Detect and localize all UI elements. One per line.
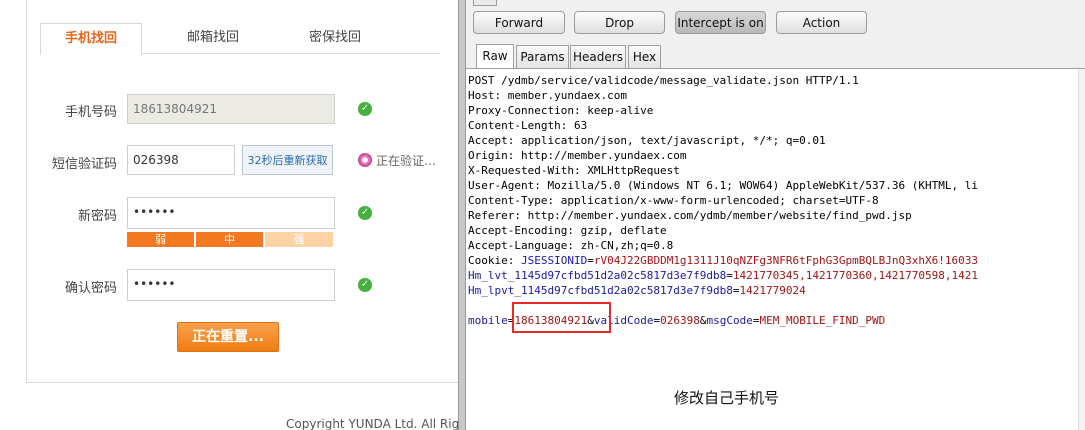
param-value: MEM_MOBILE_FIND_PWD [759, 314, 886, 327]
new-password-input[interactable]: •••••• [127, 197, 335, 229]
sms-code-label: 短信验证码 [51, 157, 117, 172]
cookie-line: Hm_lpvt_1145d97cfbd51d2a02c5817d3e7f9db8… [468, 284, 806, 297]
param-value: 026398 [660, 314, 700, 327]
request-line: Accept-Language: zh-CN,zh;q=0.8 [468, 239, 674, 252]
request-line: Accept-Encoding: gzip, deflate [468, 224, 667, 237]
check-icon: ✓ [358, 278, 372, 292]
password-strength-meter: 弱 中 强 [127, 232, 333, 247]
confirm-password-label: 确认密码 [64, 281, 117, 296]
request-text[interactable]: POST /ydmb/service/validcode/message_val… [468, 73, 978, 328]
check-icon: ✓ [358, 102, 372, 116]
tab-email[interactable]: 邮箱找回 [168, 23, 258, 53]
new-password-label: 新密码 [77, 209, 117, 224]
cookie-line: Hm_lvt_1145d97cfbd51d2a02c5817d3e7f9db8=… [468, 269, 978, 282]
request-line: Host: member.yundaex.com [468, 89, 627, 102]
password-reset-page: 手机找回 邮箱找回 密保找回 手机号码 18613804921 ✓ 短信验证码 … [0, 0, 458, 430]
sms-code-input[interactable]: 026398 [127, 145, 235, 175]
cookie-name: JSESSIONID [520, 254, 588, 267]
request-line: X-Requested-With: XMLHttpRequest [468, 164, 680, 177]
strength-medium: 中 [196, 232, 263, 247]
window-splitter[interactable] [458, 0, 466, 430]
tab-raw[interactable]: Raw [476, 44, 514, 69]
tab-params[interactable]: Params [516, 45, 569, 68]
request-line: Referer: http://member.yundaex.com/ydmb/… [468, 209, 912, 222]
tab-phone[interactable]: 手机找回 [40, 23, 142, 55]
param-name: msgCode [706, 314, 753, 327]
action-button[interactable]: Action [776, 11, 867, 34]
request-line: POST /ydmb/service/validcode/message_val… [468, 74, 859, 87]
phone-label: 手机号码 [64, 105, 117, 120]
cookie-value: rV04J22GBDDM1g1311J10qNZFg3NFR6tFphG3Gpm… [593, 254, 978, 267]
confirm-password-input[interactable]: •••••• [127, 269, 335, 301]
tab-security-question[interactable]: 密保找回 [290, 23, 380, 53]
tab-headers[interactable]: Headers [570, 45, 626, 68]
raw-request-editor[interactable]: POST /ydmb/service/validcode/message_val… [466, 68, 1085, 430]
cookie-name: Hm_lpvt_1145d97cfbd51d2a02c5817d3e7f9db8 [468, 284, 733, 297]
request-line: Content-Type: application/x-www-form-url… [468, 194, 879, 207]
cookie-name: Hm_lvt_1145d97cfbd51d2a02c5817d3e7f9db8 [468, 269, 727, 282]
cookie-prefix: Cookie: [468, 254, 521, 267]
request-line: Accept: application/json, text/javascrip… [468, 134, 826, 147]
toolbar-stub [473, 0, 497, 6]
request-line: Proxy-Connection: keep-alive [468, 104, 654, 117]
vertical-scrollbar[interactable] [1078, 69, 1085, 430]
cookie-line: Cookie: JSESSIONID=rV04J22GBDDM1g1311J10… [468, 254, 978, 267]
verify-status: 正在验证… [376, 154, 437, 168]
drop-button[interactable]: Drop [574, 11, 665, 34]
loading-icon [358, 153, 372, 167]
cookie-value: 1421779024 [739, 284, 806, 297]
strength-weak: 弱 [127, 232, 194, 247]
reset-submit-button[interactable]: 正在重置... [177, 322, 279, 352]
phone-input[interactable]: 18613804921 [127, 94, 335, 124]
copyright-text: Copyright YUNDA Ltd. All Rig [286, 417, 458, 430]
request-line: User-Agent: Mozilla/5.0 (Windows NT 6.1;… [468, 179, 978, 192]
param-name: mobile [468, 314, 508, 327]
request-line: Content-Length: 63 [468, 119, 588, 132]
annotation-text: 修改自己手机号 [674, 389, 780, 407]
tab-hex[interactable]: Hex [628, 45, 661, 68]
check-icon: ✓ [358, 206, 372, 220]
forward-button[interactable]: Forward [473, 11, 565, 34]
highlight-box [512, 302, 611, 333]
intercept-toggle-button[interactable]: Intercept is on [675, 11, 766, 34]
resend-sms-button[interactable]: 32秒后重新获取 [242, 145, 333, 175]
cookie-value: 1421770345,1421770360,1421770598,1421 [732, 269, 978, 282]
burp-intercept-panel: Forward Drop Intercept is on Action Raw … [466, 0, 1085, 430]
request-line: Origin: http://member.yundaex.com [468, 149, 687, 162]
reset-method-tabs: 手机找回 邮箱找回 密保找回 [40, 23, 440, 55]
strength-strong: 强 [265, 232, 333, 247]
